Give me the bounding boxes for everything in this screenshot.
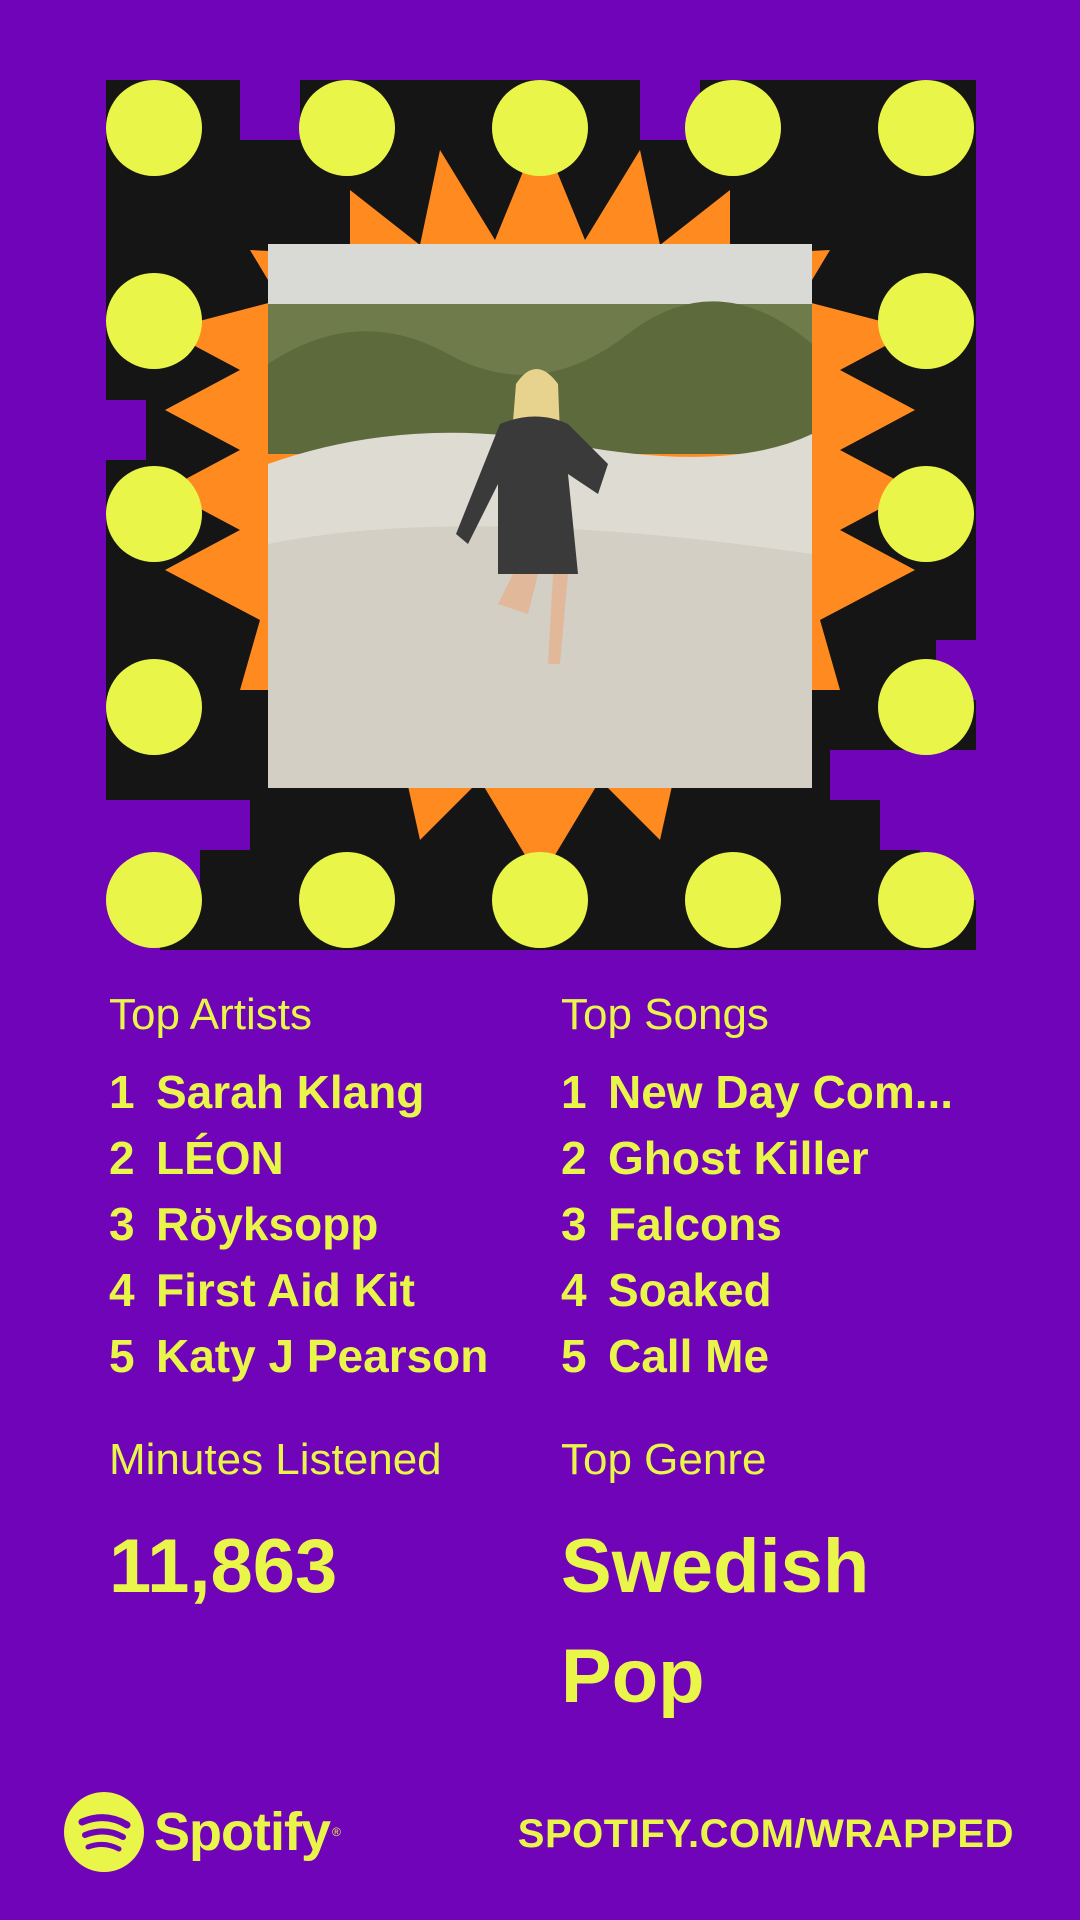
spotify-logo[interactable]: Spotify ®: [64, 1792, 341, 1872]
list-item: 3 Falcons: [561, 1198, 782, 1250]
minutes-listened-value: 11,863: [109, 1524, 338, 1609]
top-artists-list: 1 Sarah Klang 2 LÉON 3 Röyksopp 4 First Aid …: [109, 1059, 549, 1389]
list-item: 2 Ghost Killer: [561, 1132, 869, 1184]
minutes-listened-label: Minutes Listened: [109, 1435, 442, 1484]
list-item: 3 Röyksopp: [109, 1198, 379, 1250]
top-artists-section: Top Artists 1 Sarah Klang 2 LÉON 3 Röyksopp…: [109, 985, 549, 1389]
list-item: 5 Call Me: [561, 1330, 770, 1382]
list-item: 1 New Day Com...: [561, 1066, 954, 1118]
top-songs-section: Top Songs 1 New Day Com... 2 Ghost Killer …: [561, 985, 1001, 1389]
top-artists-label: Top Artists: [109, 990, 312, 1039]
top-genre-line-1: Swedish: [561, 1524, 870, 1609]
registered-mark: ®: [332, 1825, 341, 1839]
list-item: 5 Katy J Pearson: [109, 1330, 489, 1382]
top-songs-list: 1 New Day Com... 2 Ghost Killer 3 Falcons 4…: [561, 1059, 1001, 1389]
top-genre-line-2: Pop: [561, 1634, 705, 1719]
list-item: 1 Sarah Klang: [109, 1066, 425, 1118]
spotify-logo-icon: [64, 1792, 144, 1872]
list-item: 2 LÉON: [109, 1132, 284, 1184]
spotify-wordmark: Spotify: [154, 1802, 331, 1862]
wrapped-url-link[interactable]: SPOTIFY.COM/WRAPPED: [518, 1806, 1014, 1862]
top-songs-label: Top Songs: [561, 990, 769, 1039]
top-genre-label: Top Genre: [561, 1435, 767, 1484]
list-item: 4 First Aid Kit: [109, 1264, 415, 1316]
top-genre-value: Swedish Pop: [561, 1512, 1001, 1732]
list-item: 4 Soaked: [561, 1264, 772, 1316]
artist-photo: [268, 244, 812, 788]
